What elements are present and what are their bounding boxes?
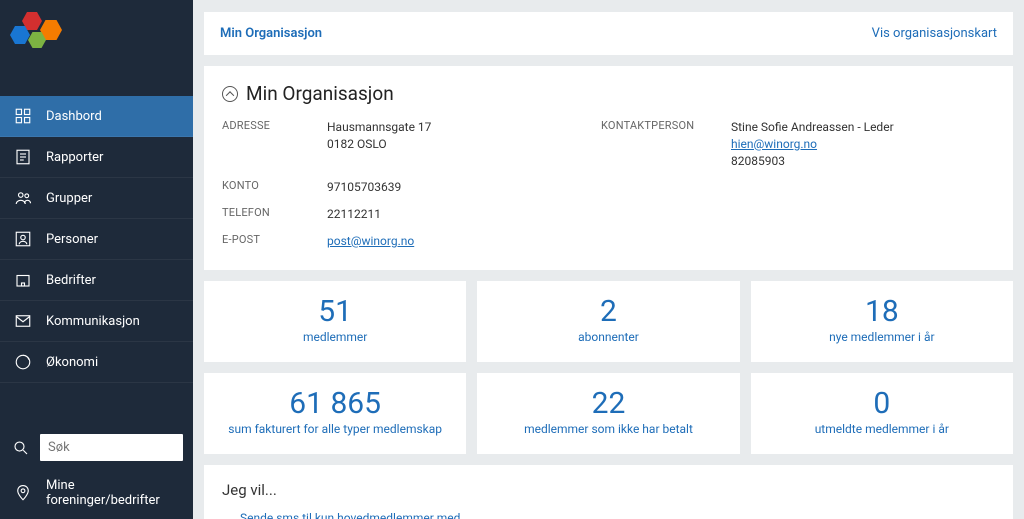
sidebar-item-label: Rapporter (46, 150, 103, 165)
stat-nye-medlemmer[interactable]: 18nye medlemmer i år (751, 281, 1013, 362)
value-contact: Stine Sofie Andreassen - Lederhien@winor… (731, 119, 995, 169)
label-email: E-POST (222, 233, 317, 250)
label-phone: TELEFON (222, 206, 317, 223)
label-address: ADRESSE (222, 119, 317, 169)
stats-grid: 51medlemmer 2abonnenter 18nye medlemmer … (204, 281, 1013, 454)
org-email-link[interactable]: post@winorg.no (327, 234, 414, 248)
sidebar-item-label: Mine foreninger/bedrifter (46, 478, 179, 508)
sidebar-item-bedrifter[interactable]: Bedrifter (0, 260, 193, 301)
topbar: Min Organisasjon Vis organisasjonskart (204, 12, 1013, 55)
nav: Dashbord Rapporter Grupper Personer Bedr… (0, 96, 193, 383)
wishes-list: →Sende sms til kun hovedmedlemmer med mo… (222, 511, 995, 519)
search-row (0, 428, 193, 467)
dashboard-icon (14, 107, 32, 125)
sidebar-item-mine-foreninger[interactable]: Mine foreninger/bedrifter (0, 467, 193, 519)
sidebar-item-personer[interactable]: Personer (0, 219, 193, 260)
breadcrumb: Min Organisasjon (220, 26, 322, 41)
location-icon (14, 484, 32, 502)
economy-icon (14, 353, 32, 371)
groups-icon (14, 189, 32, 207)
wish-item: →Vis medlemsliste sortert på postnummer (737, 511, 995, 519)
company-icon (14, 271, 32, 289)
wish-link-sms[interactable]: Sende sms til kun hovedmedlemmer med mob… (240, 511, 480, 519)
collapse-icon[interactable] (222, 86, 238, 102)
sidebar-item-label: Økonomi (46, 355, 98, 370)
page-title: Min Organisasjon (246, 82, 394, 105)
value-address: Hausmannsgate 170182 OSLO (327, 119, 591, 169)
label-account: KONTO (222, 179, 317, 196)
org-card: Min Organisasjon ADRESSE Hausmannsgate 1… (204, 66, 1013, 270)
sidebar-item-label: Dashbord (46, 109, 102, 124)
org-header: Min Organisasjon (222, 82, 995, 105)
org-chart-link[interactable]: Vis organisasjonskart (872, 26, 997, 41)
mail-icon (14, 312, 32, 330)
wishes-card: Jeg vil... →Sende sms til kun hovedmedle… (204, 465, 1013, 519)
org-details: ADRESSE Hausmannsgate 170182 OSLO KONTAK… (222, 119, 995, 250)
wish-item: →Sende e-post til medlemmer med e-post (480, 511, 738, 519)
sidebar: Dashbord Rapporter Grupper Personer Bedr… (0, 0, 193, 519)
sidebar-item-label: Grupper (46, 191, 92, 206)
sidebar-item-label: Personer (46, 232, 98, 247)
report-icon (14, 148, 32, 166)
sidebar-item-label: Kommunikasjon (46, 314, 140, 329)
search-icon (12, 439, 30, 457)
sidebar-item-grupper[interactable]: Grupper (0, 178, 193, 219)
value-account: 97105703639 (327, 179, 591, 196)
main: Min Organisasjon Vis organisasjonskart M… (193, 0, 1024, 519)
wishes-title: Jeg vil... (222, 481, 995, 499)
value-email: post@winorg.no (327, 233, 591, 250)
stat-fakturert[interactable]: 61 865sum fakturert for alle typer medle… (204, 373, 466, 454)
stat-utmeldte[interactable]: 0utmeldte medlemmer i år (751, 373, 1013, 454)
sidebar-item-okonomi[interactable]: Økonomi (0, 342, 193, 383)
stat-abonnenter[interactable]: 2abonnenter (477, 281, 739, 362)
wish-item: →Sende sms til kun hovedmedlemmer med mo… (222, 511, 480, 519)
label-contact: KONTAKTPERSON (601, 119, 721, 169)
logo (10, 12, 66, 46)
logo-area (0, 0, 193, 66)
sidebar-item-dashbord[interactable]: Dashbord (0, 96, 193, 137)
value-phone: 22112211 (327, 206, 591, 223)
contact-email-link[interactable]: hien@winorg.no (731, 137, 817, 151)
sidebar-item-label: Bedrifter (46, 273, 96, 288)
stat-medlemmer[interactable]: 51medlemmer (204, 281, 466, 362)
stat-ikke-betalt[interactable]: 22medlemmer som ikke har betalt (477, 373, 739, 454)
sidebar-item-rapporter[interactable]: Rapporter (0, 137, 193, 178)
person-icon (14, 230, 32, 248)
sidebar-bottom: Mine foreninger/bedrifter (0, 418, 193, 519)
search-input[interactable] (40, 434, 183, 461)
sidebar-item-kommunikasjon[interactable]: Kommunikasjon (0, 301, 193, 342)
